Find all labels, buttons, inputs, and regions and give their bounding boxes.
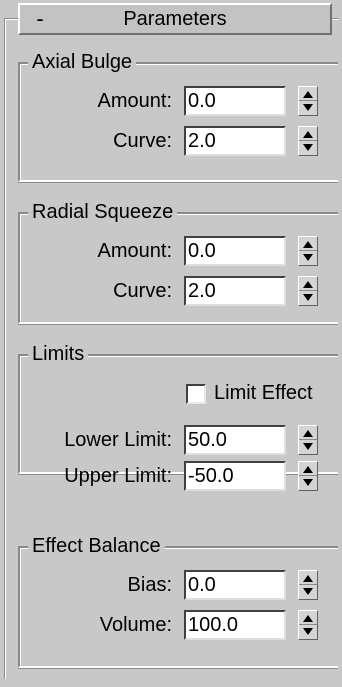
axial-bulge-amount-field[interactable]: 0.0 <box>184 86 286 116</box>
spinner-up-icon[interactable] <box>303 91 313 98</box>
axial-bulge-curve-label: Curve: <box>113 130 172 152</box>
group-limits: Limits <box>18 341 342 474</box>
radial-squeeze-curve-field[interactable]: 2.0 <box>184 276 286 306</box>
group-axial-bulge: Axial Bulge <box>18 49 342 182</box>
volume-label: Volume: <box>99 614 172 636</box>
limit-effect-label[interactable]: Limit Effect <box>214 380 324 406</box>
radial-squeeze-curve-spinner[interactable] <box>298 276 318 306</box>
spinner-up-icon[interactable] <box>303 131 313 138</box>
rollout-collapse-toggle[interactable]: - <box>30 6 50 32</box>
spinner-down-icon[interactable] <box>303 104 313 111</box>
spinner-down-icon[interactable] <box>303 479 313 486</box>
spinner-up-icon[interactable] <box>303 575 313 582</box>
limit-effect-checkbox[interactable] <box>186 384 206 404</box>
spinner-down-icon[interactable] <box>303 443 313 450</box>
spinner-down-icon[interactable] <box>303 628 313 635</box>
group-title-effect-balance: Effect Balance <box>28 533 165 559</box>
group-title-axial-bulge: Axial Bulge <box>28 49 137 75</box>
spinner-up-icon[interactable] <box>303 241 313 248</box>
group-title-radial-squeeze: Radial Squeeze <box>28 199 178 225</box>
volume-field[interactable]: 100.0 <box>184 610 286 640</box>
spinner-up-icon[interactable] <box>303 430 313 437</box>
axial-bulge-curve-field[interactable]: 2.0 <box>184 126 286 156</box>
spinner-up-icon[interactable] <box>303 466 313 473</box>
group-title-limits: Limits <box>28 341 89 367</box>
radial-squeeze-amount-spinner[interactable] <box>298 236 318 266</box>
spinner-down-icon[interactable] <box>303 254 313 261</box>
group-radial-squeeze: Radial Squeeze <box>18 199 342 324</box>
axial-bulge-amount-spinner[interactable] <box>298 86 318 116</box>
bias-field[interactable]: 0.0 <box>184 570 286 600</box>
spinner-down-icon[interactable] <box>303 294 313 301</box>
spinner-up-icon[interactable] <box>303 615 313 622</box>
upper-limit-label: Upper Limit: <box>64 465 172 487</box>
lower-limit-field[interactable]: 50.0 <box>184 425 286 455</box>
lower-limit-spinner[interactable] <box>298 425 318 455</box>
upper-limit-field[interactable]: -50.0 <box>184 461 286 491</box>
rollout-header-parameters[interactable]: Parameters - <box>18 3 332 35</box>
spinner-down-icon[interactable] <box>303 588 313 595</box>
axial-bulge-amount-label: Amount: <box>97 90 172 112</box>
volume-spinner[interactable] <box>298 610 318 640</box>
panel-right-edge <box>338 0 342 687</box>
bias-spinner[interactable] <box>298 570 318 600</box>
radial-squeeze-amount-field[interactable]: 0.0 <box>184 236 286 266</box>
spinner-down-icon[interactable] <box>303 144 313 151</box>
radial-squeeze-amount-label: Amount: <box>97 240 172 262</box>
radial-squeeze-curve-label: Curve: <box>113 280 172 302</box>
upper-limit-spinner[interactable] <box>298 461 318 491</box>
spinner-up-icon[interactable] <box>303 281 313 288</box>
bias-label: Bias: <box>127 574 172 596</box>
group-effect-balance: Effect Balance <box>18 533 342 668</box>
rollout-title: Parameters <box>123 8 227 30</box>
lower-limit-label: Lower Limit: <box>64 429 172 451</box>
axial-bulge-curve-spinner[interactable] <box>298 126 318 156</box>
